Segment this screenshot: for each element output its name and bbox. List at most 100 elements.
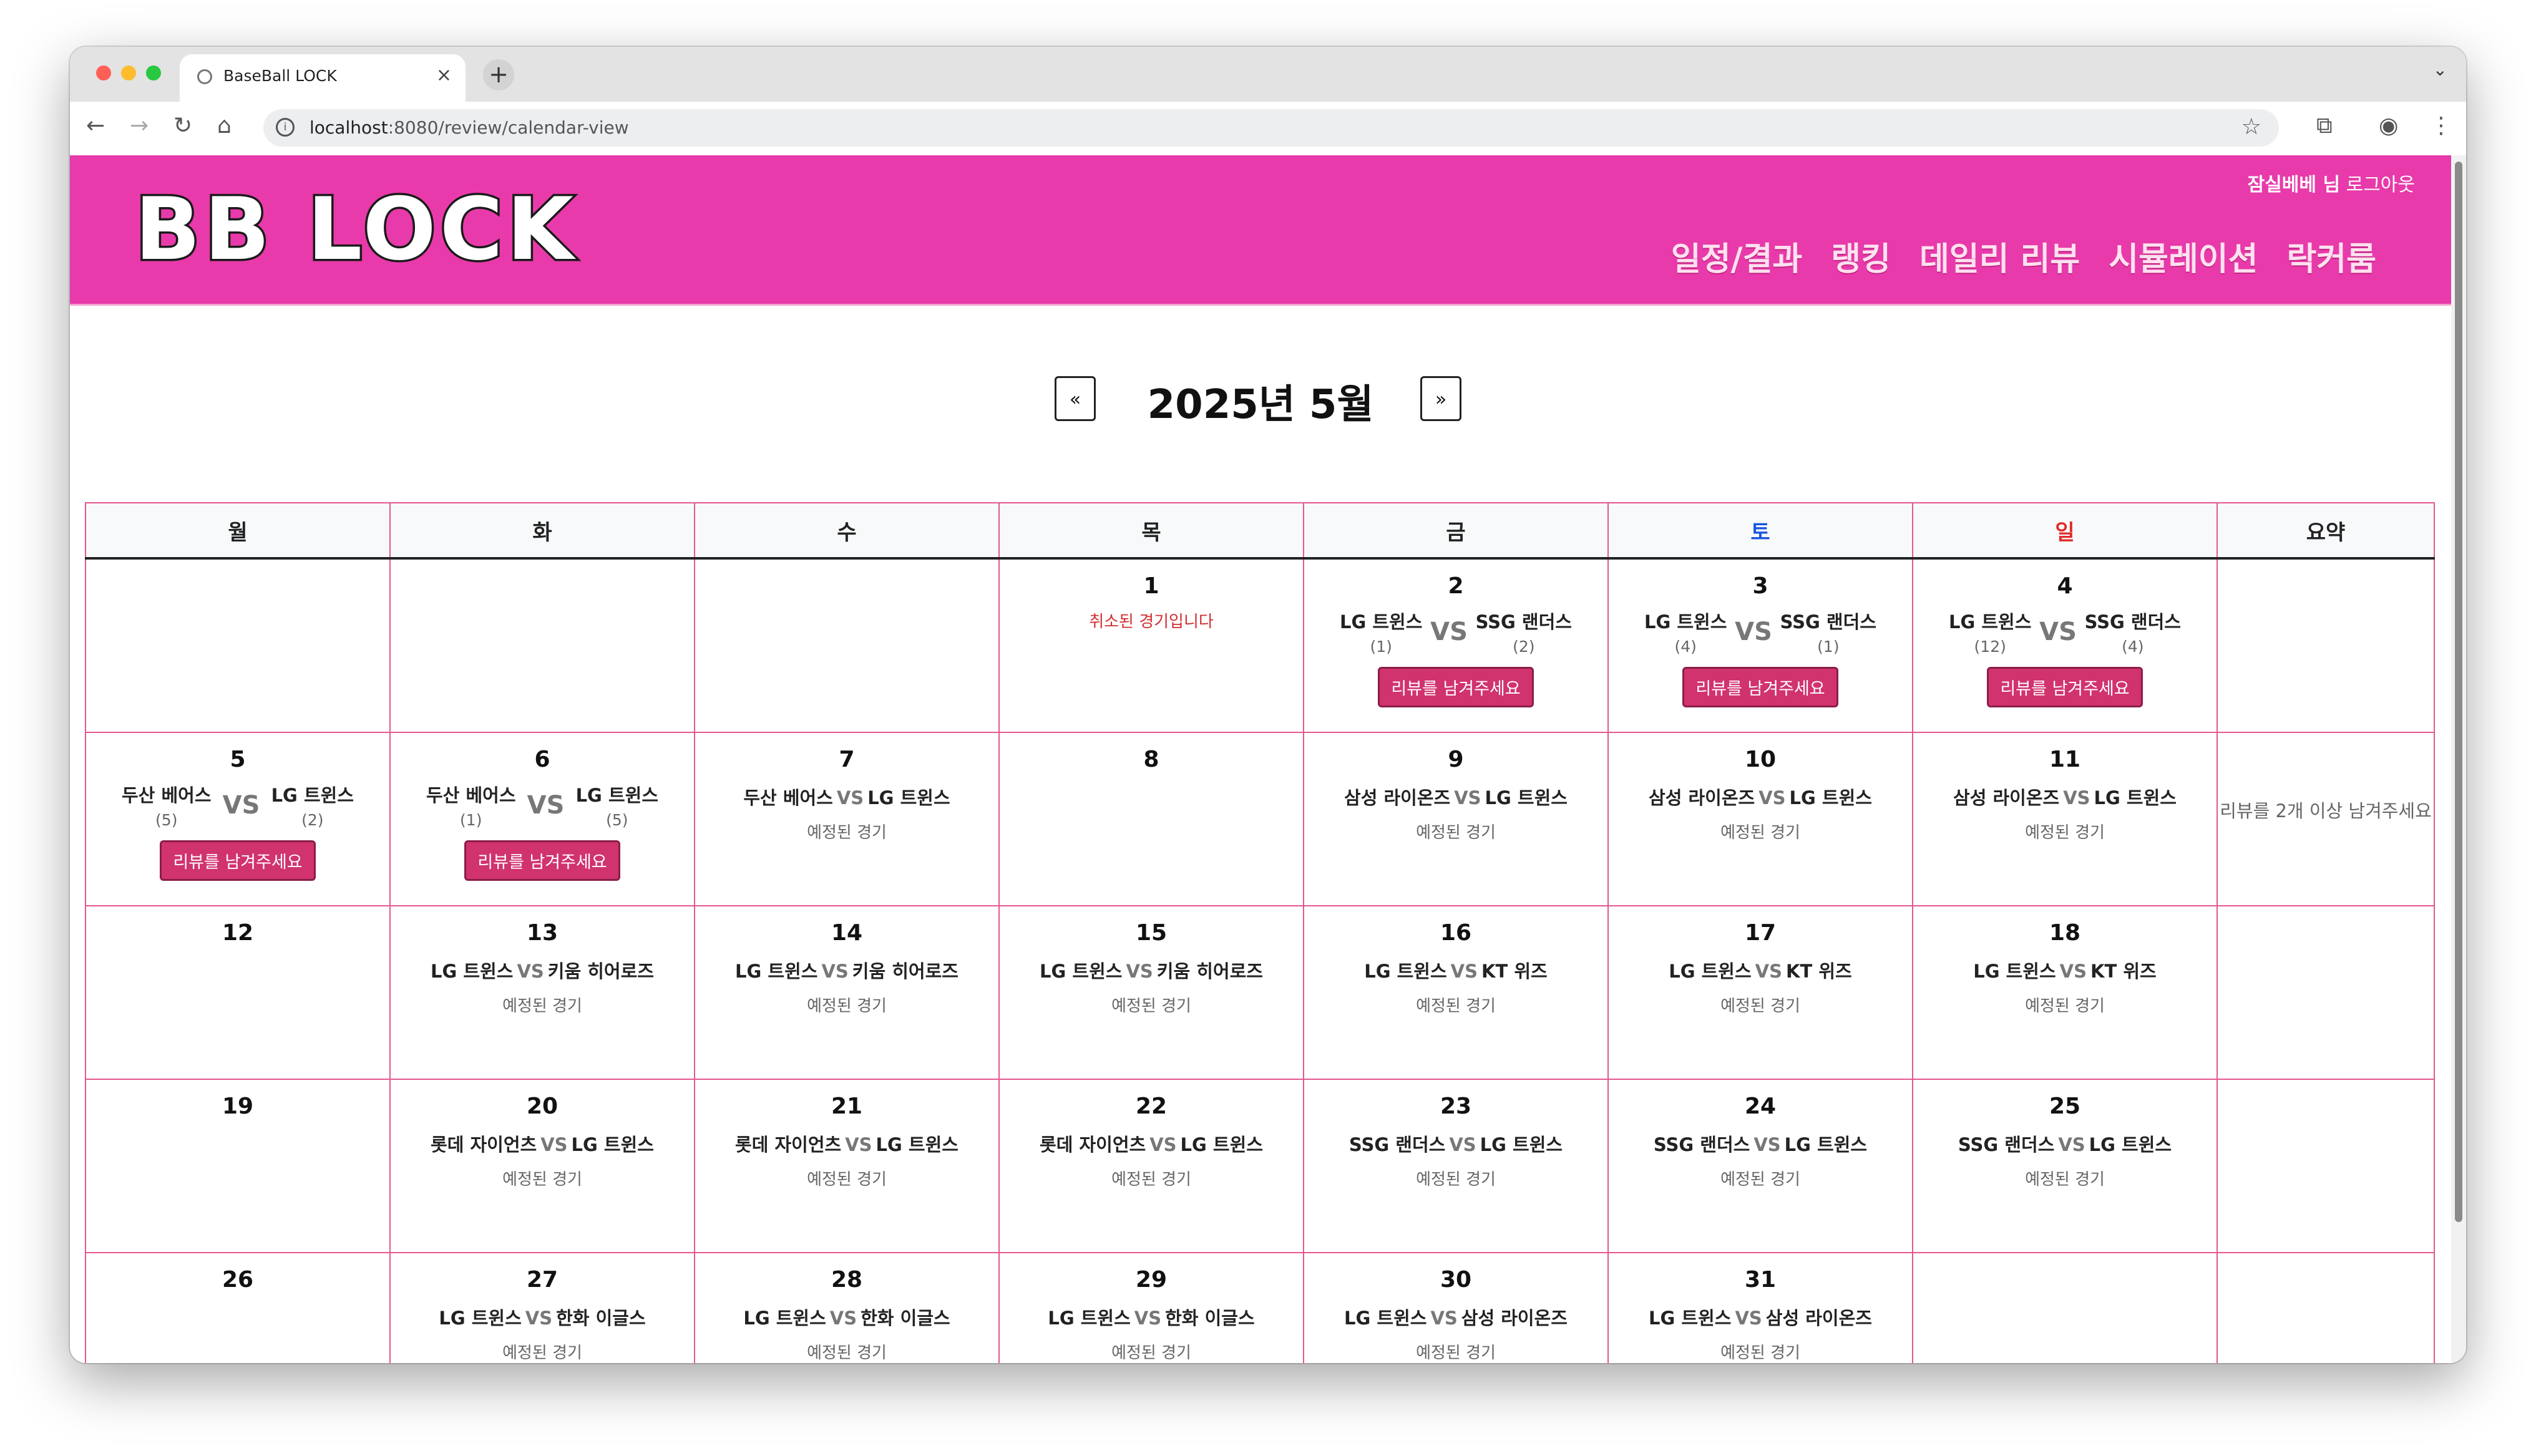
away-side: SSG 랜더스 (2) xyxy=(1476,608,1572,656)
summary-cell xyxy=(2217,1252,2435,1363)
vs-label: VS xyxy=(1449,1134,1476,1155)
calendar-day-cell: 24 SSG 랜더스 VS LG 트윈스 예정된 경기 xyxy=(1607,1079,1913,1253)
vs-label: VS xyxy=(1430,1308,1458,1329)
scrollbar-thumb[interactable] xyxy=(2455,162,2462,1222)
review-button[interactable]: 리뷰를 남겨주세요 xyxy=(464,840,620,881)
menu-simulation[interactable]: 시뮬레이션 xyxy=(2109,233,2258,279)
close-tab-icon[interactable]: × xyxy=(436,64,452,86)
away-team: LG 트윈스 xyxy=(571,1134,654,1155)
summary-cell: 리뷰를 2개 이상 남겨주세요 xyxy=(2217,732,2435,906)
weekday-sat: 토 xyxy=(1607,502,1913,560)
away-score: (4) xyxy=(2122,638,2144,656)
calendar-day-cell: 15 LG 트윈스 VS 키움 히어로즈 예정된 경기 xyxy=(998,905,1304,1080)
page-scrollbar[interactable] xyxy=(2451,155,2466,1363)
vs-label: VS xyxy=(527,791,565,820)
home-team: LG 트윈스 xyxy=(1040,961,1123,982)
home-score: (5) xyxy=(155,811,178,829)
calendar-body: 1 취소된 경기입니다 2 LG 트윈스 (1) VS SSG 랜더스 (2) 리뷰를 남겨주세… xyxy=(85,558,2435,1363)
review-button-wrap: 리뷰를 남겨주세요 xyxy=(1913,656,2217,707)
browser-window: BaseBall LOCK × + ⌄ ← → ↻ ⌂ i localhost:… xyxy=(70,47,2466,1363)
home-icon[interactable]: ⌂ xyxy=(217,113,232,138)
home-team: 삼성 라이온즈 xyxy=(1344,787,1451,808)
match-line: LG 트윈스 VS 한화 이글스 xyxy=(695,1304,998,1330)
site-info-icon[interactable]: i xyxy=(276,118,295,137)
tab-list-chevron-icon[interactable]: ⌄ xyxy=(2433,59,2447,80)
menu-schedule[interactable]: 일정/결과 xyxy=(1671,233,1802,279)
vs-label: VS xyxy=(1149,1134,1177,1155)
new-tab-button[interactable]: + xyxy=(483,59,514,90)
profile-icon[interactable]: ◉ xyxy=(2379,113,2398,138)
address-bar[interactable]: i localhost:8080/review/calendar-view ☆ xyxy=(263,109,2279,147)
day-number: 1 xyxy=(1143,573,1159,599)
summary-cell xyxy=(2217,558,2435,733)
calendar-day-cell xyxy=(694,558,1000,733)
day-number: 2 xyxy=(1448,573,1464,599)
match-line: 롯데 자이언츠 VS LG 트윈스 xyxy=(695,1130,998,1157)
menu-ranking[interactable]: 랭킹 xyxy=(1831,233,1891,279)
month-navigation: « 2025년 5월 » xyxy=(1055,372,1466,429)
tab-bar: BaseBall LOCK × + ⌄ xyxy=(70,47,2466,102)
review-button-wrap: 리뷰를 남겨주세요 xyxy=(1609,656,1912,707)
vs-label: VS xyxy=(1735,1308,1762,1329)
home-side: LG 트윈스 (12) xyxy=(1949,608,2031,656)
maximize-window-button[interactable] xyxy=(146,66,161,80)
prev-month-button[interactable]: « xyxy=(1055,376,1096,421)
calendar-day-cell: 5 두산 베어스 (5) VS LG 트윈스 (2) 리뷰를 남겨주세요 xyxy=(85,732,391,906)
scheduled-status: 예정된 경기 xyxy=(807,1170,887,1189)
match-line: SSG 랜더스 VS LG 트윈스 xyxy=(1913,1130,2217,1157)
reload-icon[interactable]: ↻ xyxy=(173,113,192,138)
summary-cell xyxy=(2217,1079,2435,1253)
day-number: 4 xyxy=(2057,573,2073,599)
next-month-button[interactable]: » xyxy=(1420,376,1461,421)
calendar-day-cell: 19 xyxy=(85,1079,391,1253)
menu-locker-room[interactable]: 락커룸 xyxy=(2286,233,2376,279)
review-button[interactable]: 리뷰를 남겨주세요 xyxy=(1682,667,1838,707)
away-team: 삼성 라이온즈 xyxy=(1765,1308,1872,1329)
match-line: LG 트윈스 VS 키움 히어로즈 xyxy=(695,957,998,983)
review-button[interactable]: 리뷰를 남겨주세요 xyxy=(160,840,316,881)
home-side: 두산 베어스 (1) xyxy=(426,781,516,829)
site-logo[interactable]: BB LOCK xyxy=(133,177,577,282)
review-button[interactable]: 리뷰를 남겨주세요 xyxy=(1987,667,2143,707)
day-number: 18 xyxy=(2049,920,2081,946)
month-title: 2025년 5월 xyxy=(1147,382,1374,428)
more-menu-icon[interactable]: ⋮ xyxy=(2430,113,2452,138)
review-button[interactable]: 리뷰를 남겨주세요 xyxy=(1378,667,1534,707)
match-line: SSG 랜더스 VS LG 트윈스 xyxy=(1304,1130,1607,1157)
away-team: SSG 랜더스 xyxy=(2084,611,2181,633)
day-number: 15 xyxy=(1135,920,1168,946)
calendar-day-cell: 13 LG 트윈스 VS 키움 히어로즈 예정된 경기 xyxy=(389,905,695,1080)
match-line: 삼성 라이온즈 VS LG 트윈스 xyxy=(1913,784,2217,810)
day-number: 5 xyxy=(230,747,246,772)
away-team: 키움 히어로즈 xyxy=(852,961,958,982)
review-button-wrap: 리뷰를 남겨주세요 xyxy=(1304,656,1607,707)
away-team: 한화 이글스 xyxy=(1165,1308,1255,1329)
day-number: 11 xyxy=(2049,747,2081,772)
minimize-window-button[interactable] xyxy=(121,66,136,80)
extensions-icon[interactable]: ⧉ xyxy=(2316,113,2333,139)
site-header: BB LOCK 잠실베베 님 로그아웃 일정/결과 랭킹 데일리 리뷰 시뮬레이… xyxy=(70,155,2451,306)
home-team: LG 트윈스 xyxy=(1048,1308,1131,1329)
cancelled-notice: 취소된 경기입니다 xyxy=(1089,613,1214,631)
away-side: LG 트윈스 (2) xyxy=(271,781,354,829)
calendar-day-cell: 12 xyxy=(85,905,391,1080)
home-team: 롯데 자이언츠 xyxy=(431,1134,537,1155)
match-line: LG 트윈스 VS KT 위즈 xyxy=(1913,957,2217,983)
close-window-button[interactable] xyxy=(96,66,111,80)
calendar-day-cell: 9 삼성 라이온즈 VS LG 트윈스 예정된 경기 xyxy=(1303,732,1609,906)
day-number: 24 xyxy=(1744,1094,1777,1119)
back-arrow-icon[interactable]: ← xyxy=(86,113,105,138)
browser-tab[interactable]: BaseBall LOCK × xyxy=(180,54,466,102)
forward-arrow-icon[interactable]: → xyxy=(130,113,149,138)
home-team: SSG 랜더스 xyxy=(1958,1134,2055,1155)
bookmark-star-icon[interactable]: ☆ xyxy=(2241,114,2261,140)
vs-label: VS xyxy=(845,1134,872,1155)
calendar-day-cell: 27 LG 트윈스 VS 한화 이글스 예정된 경기 xyxy=(389,1252,695,1363)
main-menu: 일정/결과 랭킹 데일리 리뷰 시뮬레이션 락커룸 xyxy=(1671,233,2376,279)
day-number: 16 xyxy=(1440,920,1472,946)
logout-link[interactable]: 로그아웃 xyxy=(2346,174,2415,196)
day-number: 20 xyxy=(526,1094,558,1119)
home-team: 두산 베어스 xyxy=(122,785,212,806)
menu-daily-review[interactable]: 데일리 리뷰 xyxy=(1919,233,2080,279)
day-number: 3 xyxy=(1752,573,1768,599)
